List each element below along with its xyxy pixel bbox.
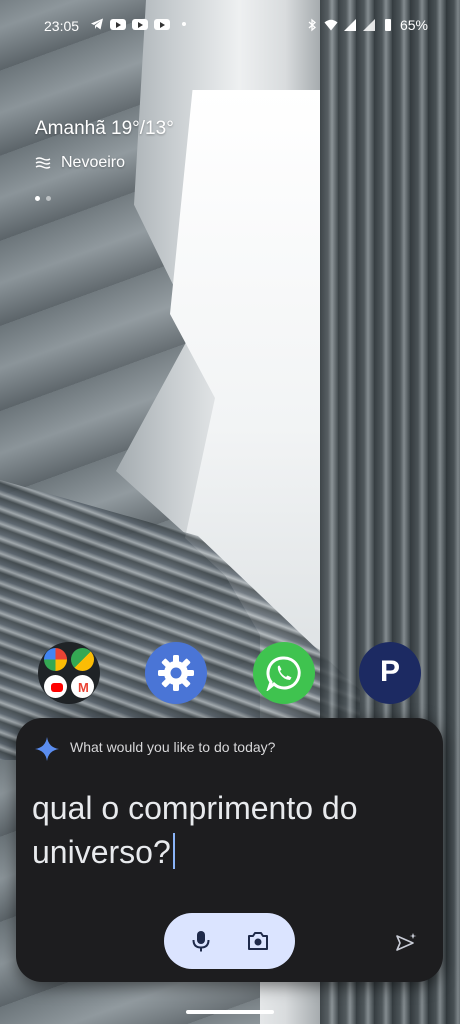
camera-icon[interactable]	[246, 929, 270, 953]
youtube-icon	[132, 18, 148, 30]
battery-icon	[384, 19, 391, 31]
assistant-query-input[interactable]: qual o comprimento do universo?	[32, 786, 432, 874]
gemini-sparkle-icon	[35, 737, 59, 761]
query-text: qual o comprimento do universo?	[32, 790, 358, 870]
input-mode-pill	[164, 913, 295, 969]
gmail-icon	[71, 675, 94, 698]
dot-icon	[182, 22, 186, 26]
status-system-icons: 65%	[305, 17, 428, 33]
p-app[interactable]: P	[359, 642, 421, 704]
whatsapp-icon	[266, 656, 301, 691]
telegram-icon	[91, 18, 103, 30]
weather-condition: Nevoeiro	[61, 154, 126, 171]
home-gesture-bar[interactable]	[186, 1010, 274, 1014]
youtube-icon	[154, 18, 170, 30]
bluetooth-icon	[308, 18, 316, 32]
app-folder[interactable]	[38, 642, 100, 704]
youtube-icon	[44, 675, 67, 698]
weather-forecast: Amanhã 19°/13°	[35, 118, 174, 139]
page-dot-active	[35, 196, 40, 201]
signal-icon	[343, 19, 356, 31]
weather-widget[interactable]: Amanhã 19°/13° Nevoeiro	[35, 118, 174, 172]
status-bar: 23:05 65%	[0, 0, 460, 50]
page-dot	[46, 196, 51, 201]
maps-icon	[71, 648, 94, 671]
text-caret	[172, 833, 175, 869]
assistant-prompt: What would you like to do today?	[70, 739, 276, 755]
gear-icon	[158, 655, 194, 691]
page-indicator	[35, 196, 51, 201]
photos-icon	[44, 648, 67, 671]
status-notification-icons	[90, 17, 186, 31]
youtube-icon	[110, 18, 126, 30]
weather-condition-row: Nevoeiro	[35, 154, 174, 172]
battery-percent: 65%	[399, 17, 428, 33]
mic-icon[interactable]	[190, 929, 212, 953]
signal-icon	[362, 19, 375, 31]
p-letter-icon: P	[379, 655, 400, 688]
wifi-icon	[324, 19, 338, 31]
assistant-panel: What would you like to do today? qual o …	[16, 718, 443, 982]
status-time: 23:05	[44, 18, 80, 34]
fog-icon	[35, 157, 51, 169]
whatsapp-app[interactable]	[253, 642, 315, 704]
send-icon[interactable]	[395, 932, 417, 952]
settings-app[interactable]	[145, 642, 207, 704]
